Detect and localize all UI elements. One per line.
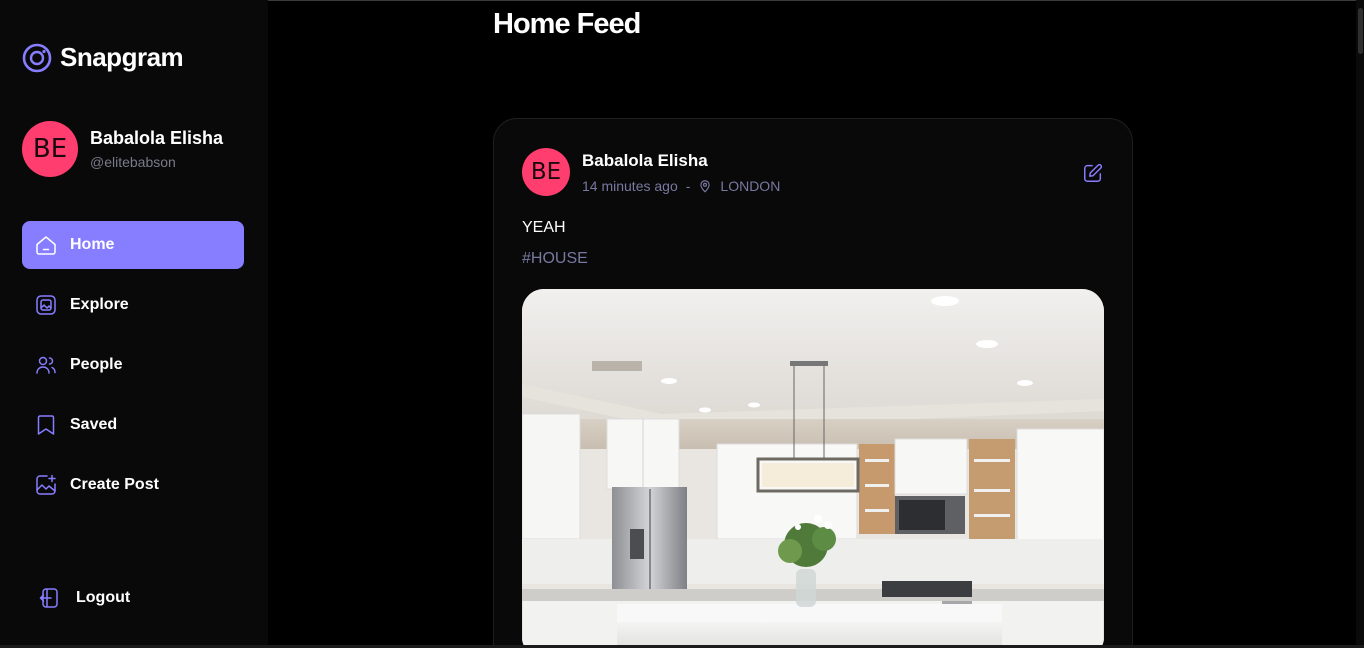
bookmark-icon <box>37 415 55 435</box>
meta-separator: - <box>685 177 691 194</box>
post-meta: 14 minutes ago - LONDON <box>582 178 780 194</box>
sidebar-item-label: Explore <box>70 296 129 313</box>
logout-icon <box>39 588 58 608</box>
app-window: Snapgram BE Babalola Elisha @elitebabson… <box>0 0 1364 648</box>
logout-button[interactable]: Logout <box>30 574 130 622</box>
left-sidebar: Snapgram BE Babalola Elisha @elitebabson… <box>0 0 268 648</box>
brand-logo[interactable]: Snapgram <box>22 42 184 73</box>
scrollbar[interactable] <box>1356 0 1364 648</box>
post-location: LONDON <box>720 177 781 194</box>
post-caption: YEAH <box>522 219 566 236</box>
home-icon <box>36 236 56 255</box>
sidebar-item-explore[interactable]: Explore <box>22 281 244 329</box>
sidebar-item-label: People <box>70 356 123 373</box>
image-add-icon <box>36 474 56 495</box>
post-image[interactable] <box>522 289 1104 648</box>
post-tag[interactable]: #HOUSE <box>522 250 588 268</box>
avatar: BE <box>22 121 78 177</box>
post-time: 14 minutes ago <box>582 177 678 194</box>
sidebar-item-label: Saved <box>70 416 118 433</box>
post-author-name[interactable]: Babalola Elisha <box>582 151 780 171</box>
edit-icon[interactable] <box>1082 162 1104 184</box>
location-pin-icon <box>700 179 711 192</box>
post-card: BE Babalola Elisha 14 minutes ago - LOND… <box>493 118 1133 648</box>
author-avatar[interactable]: BE <box>522 148 570 196</box>
sidebar-item-saved[interactable]: Saved <box>22 401 244 449</box>
page-title: Home Feed <box>493 8 641 40</box>
snapgram-logo-icon <box>22 43 52 72</box>
logout-label: Logout <box>76 589 131 606</box>
sidebar-item-home[interactable]: Home <box>22 221 244 269</box>
profile-link[interactable]: BE Babalola Elisha @elitebabson <box>22 121 223 177</box>
brand-name: Snapgram <box>60 42 184 72</box>
sidebar-item-label: Create Post <box>70 476 159 493</box>
gallery-icon <box>36 295 56 315</box>
scrollbar-thumb[interactable] <box>1358 8 1363 54</box>
sidebar-nav: Home Explore People Saved Create Post <box>22 221 244 521</box>
profile-name: Babalola Elisha <box>90 128 224 148</box>
kitchen-photo <box>522 289 1104 648</box>
post-header: BE Babalola Elisha 14 minutes ago - LOND… <box>522 148 780 196</box>
post-author-info: Babalola Elisha 14 minutes ago - LONDON <box>582 151 780 194</box>
sidebar-item-people[interactable]: People <box>22 341 244 389</box>
sidebar-item-create-post[interactable]: Create Post <box>22 461 244 509</box>
profile-handle: @elitebabson <box>90 154 176 170</box>
sidebar-item-label: Home <box>70 236 115 253</box>
profile-text: Babalola Elisha @elitebabson <box>90 128 223 170</box>
people-icon <box>36 356 56 374</box>
